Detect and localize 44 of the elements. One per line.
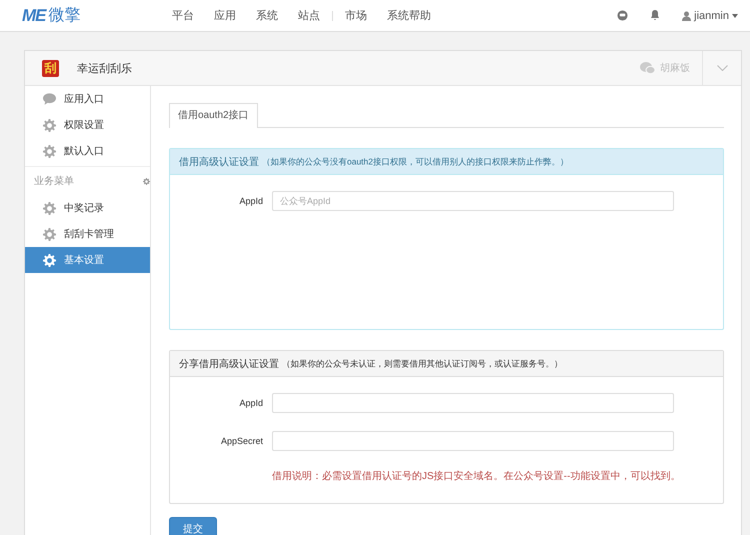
nav-link[interactable]: 应用: [204, 8, 246, 23]
panel-title: 分享借用高级认证设置: [179, 358, 279, 370]
nav-link[interactable]: 系统帮助: [377, 8, 441, 23]
sidebar-item[interactable]: 权限设置: [25, 112, 150, 138]
submit-button[interactable]: 提交: [169, 517, 217, 535]
field-label: AppSecret: [220, 436, 264, 446]
gear-icon: [43, 202, 56, 214]
caret-icon: [732, 14, 738, 18]
gear-icon: [43, 144, 56, 158]
chat-icon: [43, 93, 56, 105]
user-icon: [682, 10, 692, 20]
nav-link[interactable]: 系统: [246, 8, 288, 23]
app-logo: 刮: [42, 60, 59, 76]
input-field[interactable]: 公众号AppId: [272, 191, 674, 211]
nav-link[interactable]: 市场: [335, 8, 377, 23]
sidebar-item[interactable]: 中奖记录: [25, 195, 150, 221]
nav-link[interactable]: 站点: [288, 8, 330, 23]
input-field[interactable]: [272, 393, 674, 413]
sidebar-item[interactable]: 刮刮卡管理: [25, 221, 150, 247]
panel-hint: （如果你的公众号没有oauth2接口权限，可以借用别人的接口权限来防止作弊。）: [262, 156, 568, 168]
nav-link[interactable]: 平台: [162, 8, 204, 23]
field-label: AppId: [238, 398, 264, 408]
app-title: 幸运刮刮乐: [77, 62, 133, 76]
note-text: 借用说明：必需设置借用认证号的JS接口安全域名。在公众号设置--功能设置中，可以找到。: [272, 470, 682, 483]
panel-title: 借用高级认证设置: [179, 156, 259, 168]
tab[interactable]: 借用oauth2接口: [169, 103, 258, 128]
bell-icon[interactable]: [650, 10, 660, 21]
menu-group-label: 业务菜单: [34, 174, 74, 188]
logo-text: 微擎: [48, 6, 80, 26]
account-name: 胡麻饭: [660, 62, 690, 75]
sidebar-item[interactable]: 应用入口: [25, 86, 150, 112]
wechat-icon: [640, 62, 655, 74]
panel-hint: （如果你的公众号未认证，则需要借用其他认证订阅号，或认证服务号。）: [282, 358, 562, 370]
sidebar-item[interactable]: 默认入口: [25, 138, 150, 164]
gear-icon: [43, 118, 56, 132]
input-field[interactable]: [272, 431, 674, 451]
user-menu[interactable]: jianmin: [694, 10, 729, 22]
sidebar-item[interactable]: 基本设置: [25, 247, 150, 273]
chat-icon[interactable]: [617, 10, 628, 21]
gear-icon: [43, 228, 56, 240]
gear-icon: [43, 254, 56, 266]
logo[interactable]: ME: [22, 6, 46, 26]
field-label: AppId: [238, 196, 264, 206]
chevron-down-icon[interactable]: [716, 65, 728, 71]
